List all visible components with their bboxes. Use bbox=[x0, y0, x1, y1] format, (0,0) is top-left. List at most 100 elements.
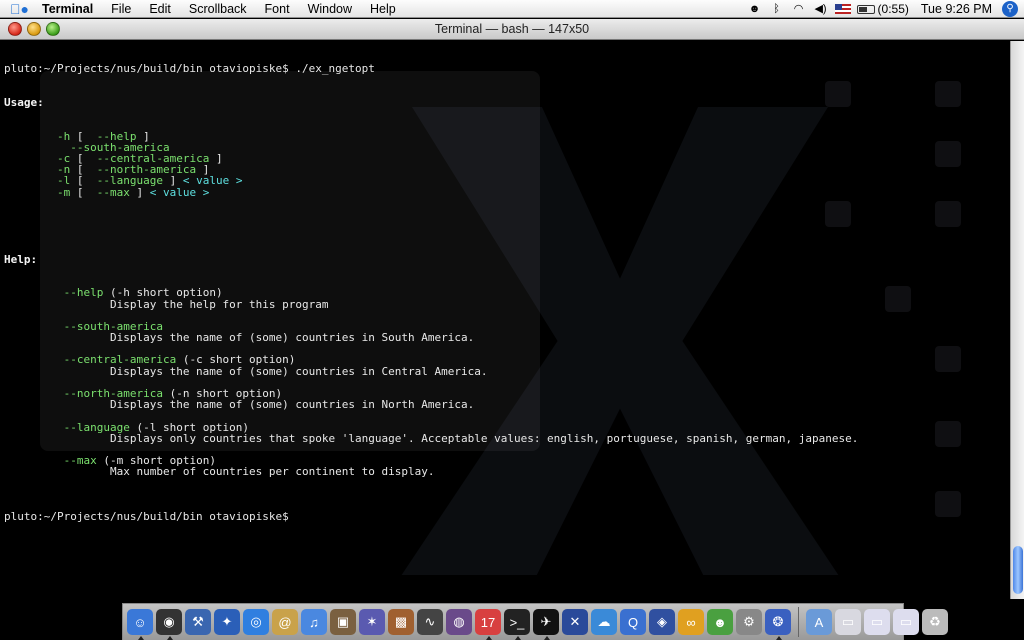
document-glyph: ▭ bbox=[841, 614, 855, 629]
minimized-window-icon[interactable]: ▭ bbox=[864, 609, 890, 635]
system-prefs-icon[interactable]: ⚙ bbox=[736, 609, 762, 635]
camino-icon[interactable]: ✈ bbox=[533, 609, 559, 640]
safari-icon[interactable]: ◎ bbox=[243, 609, 269, 635]
running-indicator-icon bbox=[167, 636, 173, 640]
trash-glyph: ♻ bbox=[929, 614, 941, 629]
menu-app-terminal[interactable]: Terminal bbox=[36, 0, 102, 18]
menu-window[interactable]: Window bbox=[299, 0, 361, 18]
usage-bracket: ] bbox=[129, 185, 150, 199]
bird-icon[interactable]: ✕ bbox=[562, 609, 588, 635]
final-prompt: pluto:~/Projects/nus/build/bin otaviopis… bbox=[4, 510, 289, 524]
adium-icon[interactable]: ☻ bbox=[707, 609, 733, 635]
activity-monitor-icon[interactable]: ∿ bbox=[417, 609, 443, 635]
help-description-line: Displays the name of (some) countries in… bbox=[4, 366, 1004, 377]
usage-value-arg: < value > bbox=[149, 185, 210, 199]
scrollbar-thumb[interactable] bbox=[1013, 546, 1023, 594]
running-indicator-icon bbox=[486, 636, 492, 640]
finder-icon[interactable]: ☺ bbox=[127, 609, 153, 640]
minimize-window-button[interactable] bbox=[27, 22, 41, 36]
minimized-window-icon[interactable]: ▭ bbox=[893, 609, 919, 635]
activity-monitor-glyph: ∿ bbox=[424, 614, 436, 629]
bluetooth-icon[interactable]: ᛒ bbox=[769, 0, 785, 18]
user-icon[interactable]: ☻ bbox=[747, 0, 763, 18]
apple-menu-icon[interactable]: ● bbox=[10, 2, 29, 16]
chat-icon[interactable]: ☁ bbox=[591, 609, 617, 635]
usage-bracket: [ bbox=[70, 185, 97, 199]
menu-font[interactable]: Font bbox=[256, 0, 299, 18]
spotlight-search-icon[interactable]: ⚲ bbox=[1002, 1, 1018, 17]
usage-short-flag: -m bbox=[56, 185, 71, 199]
address-book-glyph: @ bbox=[278, 614, 292, 630]
mail-glyph: ◈ bbox=[657, 614, 667, 629]
dock: ☺ ◉ ⚒ ✦ ◎ @ ♫ ▣ ✶ ▩ ∿ ◍ 17 >_ ✈ ✕ ☁ Q ◈ ∞ ☻ ⚙ ❂ A ▭ ▭ ▭ ♻ bbox=[122, 603, 948, 640]
safari-glyph: ◎ bbox=[250, 614, 262, 629]
photo-booth-icon[interactable]: ▩ bbox=[388, 609, 414, 635]
window-titlebar[interactable]: Terminal — bash — 147x50 bbox=[0, 19, 1024, 40]
imovie-glyph: ✶ bbox=[366, 614, 378, 629]
iphoto-glyph: ▣ bbox=[336, 614, 350, 629]
imovie-icon[interactable]: ✶ bbox=[359, 609, 385, 635]
usage-long-flag: --max bbox=[96, 185, 130, 199]
help-heading: Help: bbox=[4, 252, 38, 266]
help-description: Displays the name of (some) countries in… bbox=[109, 364, 488, 378]
cyberduck-icon[interactable]: ∞ bbox=[678, 609, 704, 635]
usage-bracket: ] bbox=[209, 151, 223, 165]
document-icon[interactable]: ▭ bbox=[835, 609, 861, 635]
volume-icon[interactable]: ◀) bbox=[813, 0, 829, 18]
ical-icon[interactable]: 17 bbox=[475, 609, 501, 640]
running-indicator-icon bbox=[544, 636, 550, 640]
running-indicator-icon bbox=[138, 636, 144, 640]
network-icon[interactable]: ✦ bbox=[214, 609, 240, 635]
cyberduck-glyph: ∞ bbox=[686, 614, 696, 630]
applications-folder-icon[interactable]: A bbox=[806, 609, 832, 635]
help-description-line: Displays only countries that spoke 'lang… bbox=[4, 433, 1004, 444]
trash-icon[interactable]: ♻ bbox=[922, 609, 948, 635]
usage-block: -h [ --help ] --south-america -c [ --cen… bbox=[4, 130, 1004, 199]
globe-icon[interactable]: ◍ bbox=[446, 609, 472, 635]
terminal-content[interactable]: pluto:~/Projects/nus/build/bin otaviopis… bbox=[0, 41, 1010, 599]
camino-glyph: ✈ bbox=[540, 614, 552, 629]
help-description: Displays the name of (some) countries in… bbox=[109, 331, 475, 345]
ical-glyph: 17 bbox=[480, 614, 496, 630]
menu-extras: ☻ ᛒ ◠ ◀) (0:55) Tue 9:26 PM ⚲ bbox=[747, 0, 1024, 18]
quicksilver-icon[interactable]: ❂ bbox=[765, 609, 791, 640]
terminal-output: pluto:~/Projects/nus/build/bin otaviopis… bbox=[4, 41, 1004, 545]
battery-status[interactable]: (0:55) bbox=[856, 2, 909, 16]
dashboard-icon[interactable]: ◉ bbox=[156, 609, 182, 640]
quicktime-icon[interactable]: Q bbox=[620, 609, 646, 635]
terminal-scrollbar[interactable] bbox=[1010, 41, 1024, 599]
dock-separator bbox=[798, 607, 799, 637]
menu-clock[interactable]: Tue 9:26 PM bbox=[921, 2, 992, 16]
help-description: Display the help for this program bbox=[109, 297, 329, 311]
command-line: pluto:~/Projects/nus/build/bin otaviopis… bbox=[4, 62, 375, 76]
help-description: Max number of countries per continent to… bbox=[109, 465, 435, 479]
battery-icon bbox=[856, 4, 875, 14]
wifi-icon[interactable]: ◠ bbox=[791, 0, 807, 18]
system-prefs-glyph: ⚙ bbox=[743, 614, 755, 629]
xcode-icon[interactable]: ⚒ bbox=[185, 609, 211, 635]
help-description-line: Display the help for this program bbox=[4, 297, 1004, 311]
adium-glyph: ☻ bbox=[713, 614, 727, 630]
globe-glyph: ◍ bbox=[453, 614, 465, 629]
mail-icon[interactable]: ◈ bbox=[649, 609, 675, 635]
applications-folder-glyph: A bbox=[814, 614, 824, 630]
itunes-icon[interactable]: ♫ bbox=[301, 609, 327, 635]
minimized-window-glyph: ▭ bbox=[870, 614, 884, 629]
menu-scrollback[interactable]: Scrollback bbox=[180, 0, 256, 18]
close-window-button[interactable] bbox=[8, 22, 22, 36]
help-description-line: Displays the name of (some) countries in… bbox=[4, 332, 1004, 343]
zoom-window-button[interactable] bbox=[46, 22, 60, 36]
dock-right-items: A ▭ ▭ ▭ ♻ bbox=[806, 609, 948, 635]
menu-edit[interactable]: Edit bbox=[140, 0, 180, 18]
menu-help[interactable]: Help bbox=[361, 0, 405, 18]
terminal-icon[interactable]: >_ bbox=[504, 609, 530, 640]
usage-line: -m [ --max ] < value > bbox=[4, 185, 1004, 199]
help-block: --help (-h short option) Display the hel… bbox=[4, 287, 1004, 488]
input-menu-flag-icon[interactable] bbox=[834, 4, 851, 14]
help-description-line: Displays the name of (some) countries in… bbox=[4, 399, 1004, 410]
iphoto-icon[interactable]: ▣ bbox=[330, 609, 356, 635]
menu-file[interactable]: File bbox=[102, 0, 140, 18]
quicktime-glyph: Q bbox=[627, 614, 639, 630]
address-book-icon[interactable]: @ bbox=[272, 609, 298, 635]
window-title: Terminal — bash — 147x50 bbox=[434, 22, 590, 36]
